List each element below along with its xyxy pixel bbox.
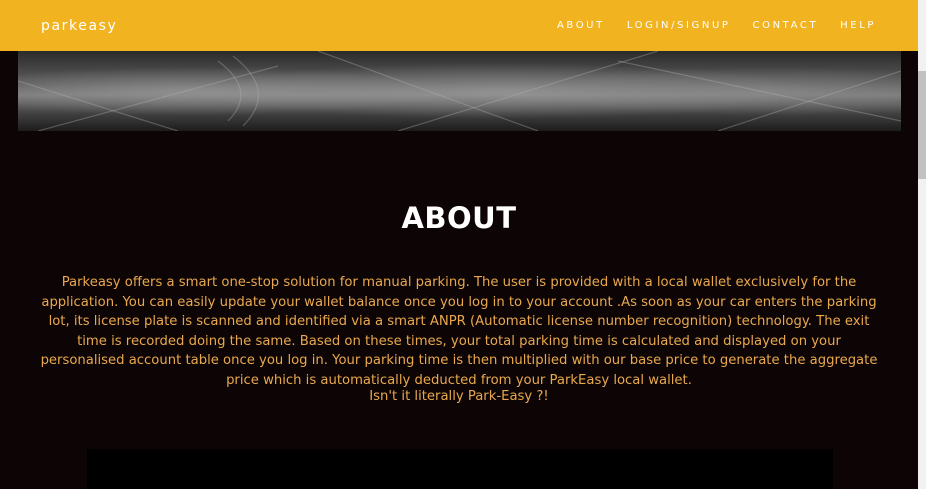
content-block [87, 449, 833, 489]
hero-image [18, 51, 901, 131]
nav-about-link[interactable]: ABOUT [557, 20, 605, 31]
main-nav: ABOUT LOGIN/SIGNUP CONTACT HELP [557, 20, 876, 31]
page-scrollbar[interactable] [918, 0, 926, 489]
scrollbar-thumb[interactable] [918, 71, 926, 179]
nav-help-link[interactable]: HELP [840, 20, 876, 31]
about-title: ABOUT [401, 201, 517, 235]
brand-logo-link[interactable]: parkeasy [41, 18, 117, 34]
nav-contact-link[interactable]: CONTACT [753, 20, 819, 31]
nav-login-signup-link[interactable]: LOGIN/SIGNUP [627, 20, 731, 31]
about-description: Parkeasy offers a smart one-stop solutio… [40, 275, 878, 388]
page: parkeasy ABOUT LOGIN/SIGNUP CONTACT HELP [0, 0, 926, 489]
about-tagline: Isn't it literally Park-Easy ?! [369, 389, 549, 404]
navbar: parkeasy ABOUT LOGIN/SIGNUP CONTACT HELP [0, 0, 918, 51]
hero-parking-floor-image [18, 51, 901, 131]
